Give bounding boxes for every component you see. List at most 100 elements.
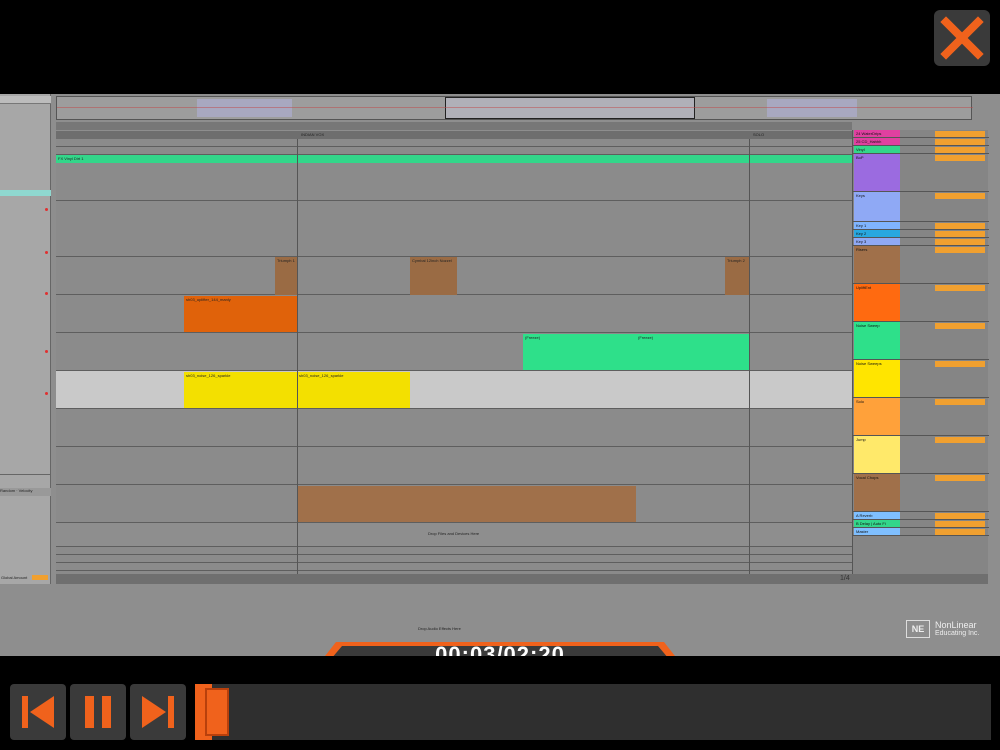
close-icon <box>940 16 984 60</box>
mixer-track-title[interactable]: 24 WaterDrips <box>854 130 900 137</box>
mixer-track-title[interactable]: Jump <box>854 436 900 473</box>
mixer-track[interactable]: Vocal Chops <box>853 474 989 512</box>
mixer-track-controls[interactable] <box>935 147 985 153</box>
mixer-track[interactable]: BoP <box>853 154 989 192</box>
mixer-track[interactable]: B Delay | Auto Fi <box>853 520 989 528</box>
mixer-track-controls[interactable] <box>935 247 985 253</box>
lane-bop[interactable] <box>56 163 852 201</box>
mixer-track-controls[interactable] <box>935 361 985 367</box>
mixer-track-controls[interactable] <box>935 399 985 405</box>
arrangement-view[interactable]: FX Vinyl Dirt 1 Triumph 1 Cymbal 12inch … <box>56 139 852 583</box>
mixer-track[interactable]: Noise Sweeps <box>853 360 989 398</box>
lane-vocal-chops[interactable] <box>56 485 852 523</box>
locator-solo[interactable]: SOLO <box>753 132 764 137</box>
lane-noise-sweep[interactable]: (Freeze) (Freeze) <box>56 333 852 371</box>
session-mixer[interactable]: 24 WaterDrips 25 CD_Hahhh Vinyl BoP Keys Key … <box>852 130 989 582</box>
mixer-track-controls[interactable] <box>935 223 985 229</box>
locator-strip[interactable]: INDIAN VOX SOLO <box>56 131 852 139</box>
mixer-track[interactable]: Risers <box>853 246 989 284</box>
next-button[interactable] <box>130 684 186 740</box>
lane-jump[interactable] <box>56 447 852 485</box>
beat-ruler[interactable] <box>56 122 852 130</box>
brand-logo-mark: NE <box>906 620 930 638</box>
mixer-track-controls[interactable] <box>935 139 985 145</box>
mixer-track-controls[interactable] <box>935 521 985 527</box>
mixer-track[interactable]: Jump <box>853 436 989 474</box>
mixer-track[interactable]: Key 1 <box>853 222 989 230</box>
mixer-track[interactable]: Solo <box>853 398 989 436</box>
lane-risers[interactable]: Triumph 1 Cymbal 12inch Nozzel Triumph 2 <box>56 257 852 295</box>
mixer-track-title[interactable]: Master <box>854 528 900 535</box>
mixer-track-title[interactable]: Solo <box>854 398 900 435</box>
mixer-track-controls[interactable] <box>935 239 985 245</box>
mixer-track-controls[interactable] <box>935 475 985 481</box>
lane-master[interactable] <box>56 563 852 571</box>
close-button[interactable] <box>934 10 990 66</box>
lane-return-b[interactable] <box>56 555 852 563</box>
browser-panel: Random · Velocity Global Amount <box>0 94 51 584</box>
mixer-track[interactable]: UpliftEnt <box>853 284 989 322</box>
mixer-track[interactable]: Key 2 <box>853 230 989 238</box>
mixer-track-title[interactable]: Vocal Chops <box>854 474 900 511</box>
mixer-track-controls[interactable] <box>935 193 985 199</box>
clip-sweep-2[interactable]: (Freeze) <box>636 334 749 370</box>
mixer-track-controls[interactable] <box>935 323 985 329</box>
mixer-track[interactable]: Vinyl <box>853 146 989 154</box>
mixer-track-title[interactable]: Key 3 <box>854 238 900 245</box>
arrangement-overview[interactable] <box>56 96 973 120</box>
mixer-track[interactable]: Key 3 <box>853 238 989 246</box>
lane-return-a[interactable] <box>56 547 852 555</box>
mixer-track-title[interactable]: 25 CD_Hahhh <box>854 138 900 145</box>
clip-noise-2[interactable]: sh03_noise_126_sparkle <box>297 372 410 408</box>
mixer-track[interactable]: Keys <box>853 192 989 222</box>
mixer-track-title[interactable]: A Reverb <box>854 512 900 519</box>
mixer-track-controls[interactable] <box>935 437 985 443</box>
previous-button[interactable] <box>10 684 66 740</box>
progress-bar[interactable] <box>195 684 991 740</box>
clip-vinyl[interactable]: FX Vinyl Dirt 1 <box>56 155 852 163</box>
mixer-track-title[interactable]: UpliftEnt <box>854 284 900 321</box>
lane-vinyl[interactable]: FX Vinyl Dirt 1 <box>56 155 852 163</box>
mixer-track-controls[interactable] <box>935 529 985 535</box>
clip-uplift[interactable]: sh03_uplifter_144_manly <box>184 296 297 332</box>
pause-button[interactable] <box>70 684 126 740</box>
lane-solo[interactable] <box>56 409 852 447</box>
zoom-label[interactable]: 1/4 <box>840 575 850 582</box>
mixer-track-title[interactable]: Noise Sweep <box>854 322 900 359</box>
mixer-track[interactable]: Noise Sweep <box>853 322 989 360</box>
mixer-track-title[interactable]: Key 1 <box>854 222 900 229</box>
mixer-track-title[interactable]: BoP <box>854 154 900 191</box>
locator-indian-vox[interactable]: INDIAN VOX <box>301 132 324 137</box>
mixer-track-title[interactable]: Vinyl <box>854 146 900 153</box>
lane-noise-sweeps[interactable]: sh03_noise_126_sparkle sh03_noise_126_sp… <box>56 371 852 409</box>
mixer-track[interactable]: 25 CD_Hahhh <box>853 138 989 146</box>
pause-icon <box>85 696 111 728</box>
drop-files-area[interactable]: Drop Files and Devices Here <box>56 523 852 547</box>
mixer-track-controls[interactable] <box>935 155 985 161</box>
mixer-track-controls[interactable] <box>935 131 985 137</box>
mixer-track-title[interactable]: Key 2 <box>854 230 900 237</box>
mixer-track[interactable]: Master <box>853 528 989 536</box>
mixer-track-title[interactable]: B Delay | Auto Fi <box>854 520 900 527</box>
lane-uplift[interactable]: sh03_uplifter_144_manly <box>56 295 852 333</box>
lane-keys[interactable] <box>56 201 852 257</box>
mixer-track-controls[interactable] <box>935 285 985 291</box>
progress-handle[interactable] <box>205 688 229 736</box>
mixer-track-title[interactable]: Noise Sweeps <box>854 360 900 397</box>
lane-hahhh[interactable] <box>56 147 852 155</box>
clip-riser-3[interactable]: Triumph 2 <box>725 257 749 295</box>
mixer-track-controls[interactable] <box>935 231 985 237</box>
mixer-track-controls[interactable] <box>935 513 985 519</box>
mixer-track[interactable]: 24 WaterDrips <box>853 130 989 138</box>
clip-riser-2[interactable]: Cymbal 12inch Nozzel <box>410 257 457 295</box>
lane-waterdrips[interactable] <box>56 139 852 147</box>
mixer-track-title[interactable]: Risers <box>854 246 900 283</box>
clip-vocal-chops[interactable] <box>297 486 636 522</box>
clip-noise-1[interactable]: sh03_noise_126_sparkle <box>184 372 297 408</box>
skip-back-icon <box>22 696 54 728</box>
clip-sweep-1[interactable]: (Freeze) <box>523 334 636 370</box>
clip-riser-1[interactable]: Triumph 1 <box>275 257 298 295</box>
video-player: Random · Velocity Global Amount INDIAN V… <box>0 0 1000 750</box>
mixer-track[interactable]: A Reverb <box>853 512 989 520</box>
mixer-track-title[interactable]: Keys <box>854 192 900 221</box>
